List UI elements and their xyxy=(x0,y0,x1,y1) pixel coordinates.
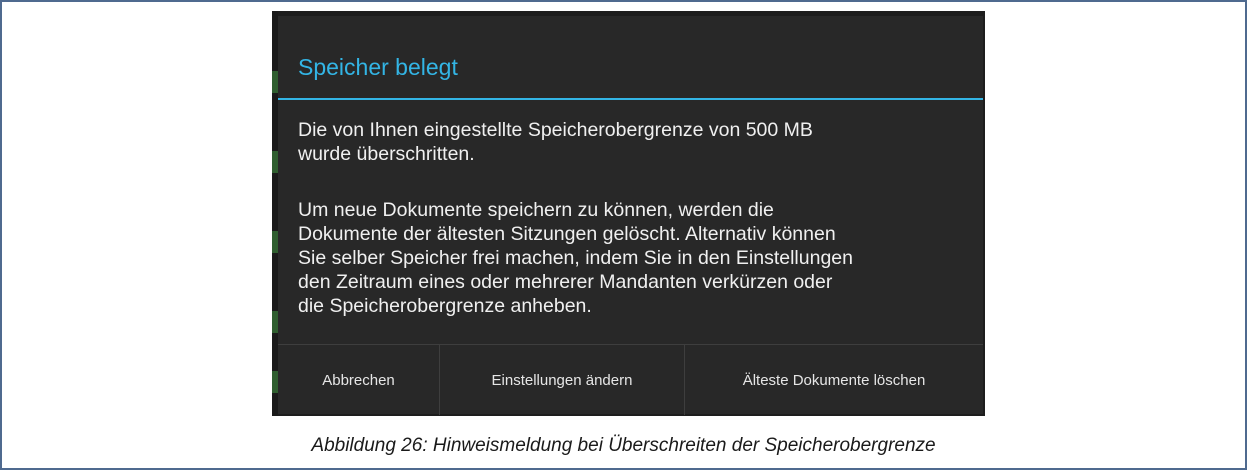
dialog-title: Speicher belegt xyxy=(298,54,458,80)
cancel-button[interactable]: Abbrechen xyxy=(278,345,440,415)
figure-caption: Abbildung 26: Hinweismeldung bei Übersch… xyxy=(311,435,936,456)
delete-oldest-documents-button[interactable]: Älteste Dokumente löschen xyxy=(685,345,983,415)
change-settings-button[interactable]: Einstellungen ändern xyxy=(440,345,685,415)
dialog-message-limit: Die von Ihnen eingestellte Speicheroberg… xyxy=(298,119,813,165)
dialog-message-explanation: Um neue Dokumente speichern zu können, w… xyxy=(298,199,853,317)
storage-full-dialog: Speicher belegt Die von Ihnen eingestell… xyxy=(278,16,983,415)
title-divider xyxy=(278,98,983,100)
device-screenshot: Speicher belegt Die von Ihnen eingestell… xyxy=(272,11,985,416)
dialog-button-bar: Abbrechen Einstellungen ändern Älteste D… xyxy=(278,344,983,415)
